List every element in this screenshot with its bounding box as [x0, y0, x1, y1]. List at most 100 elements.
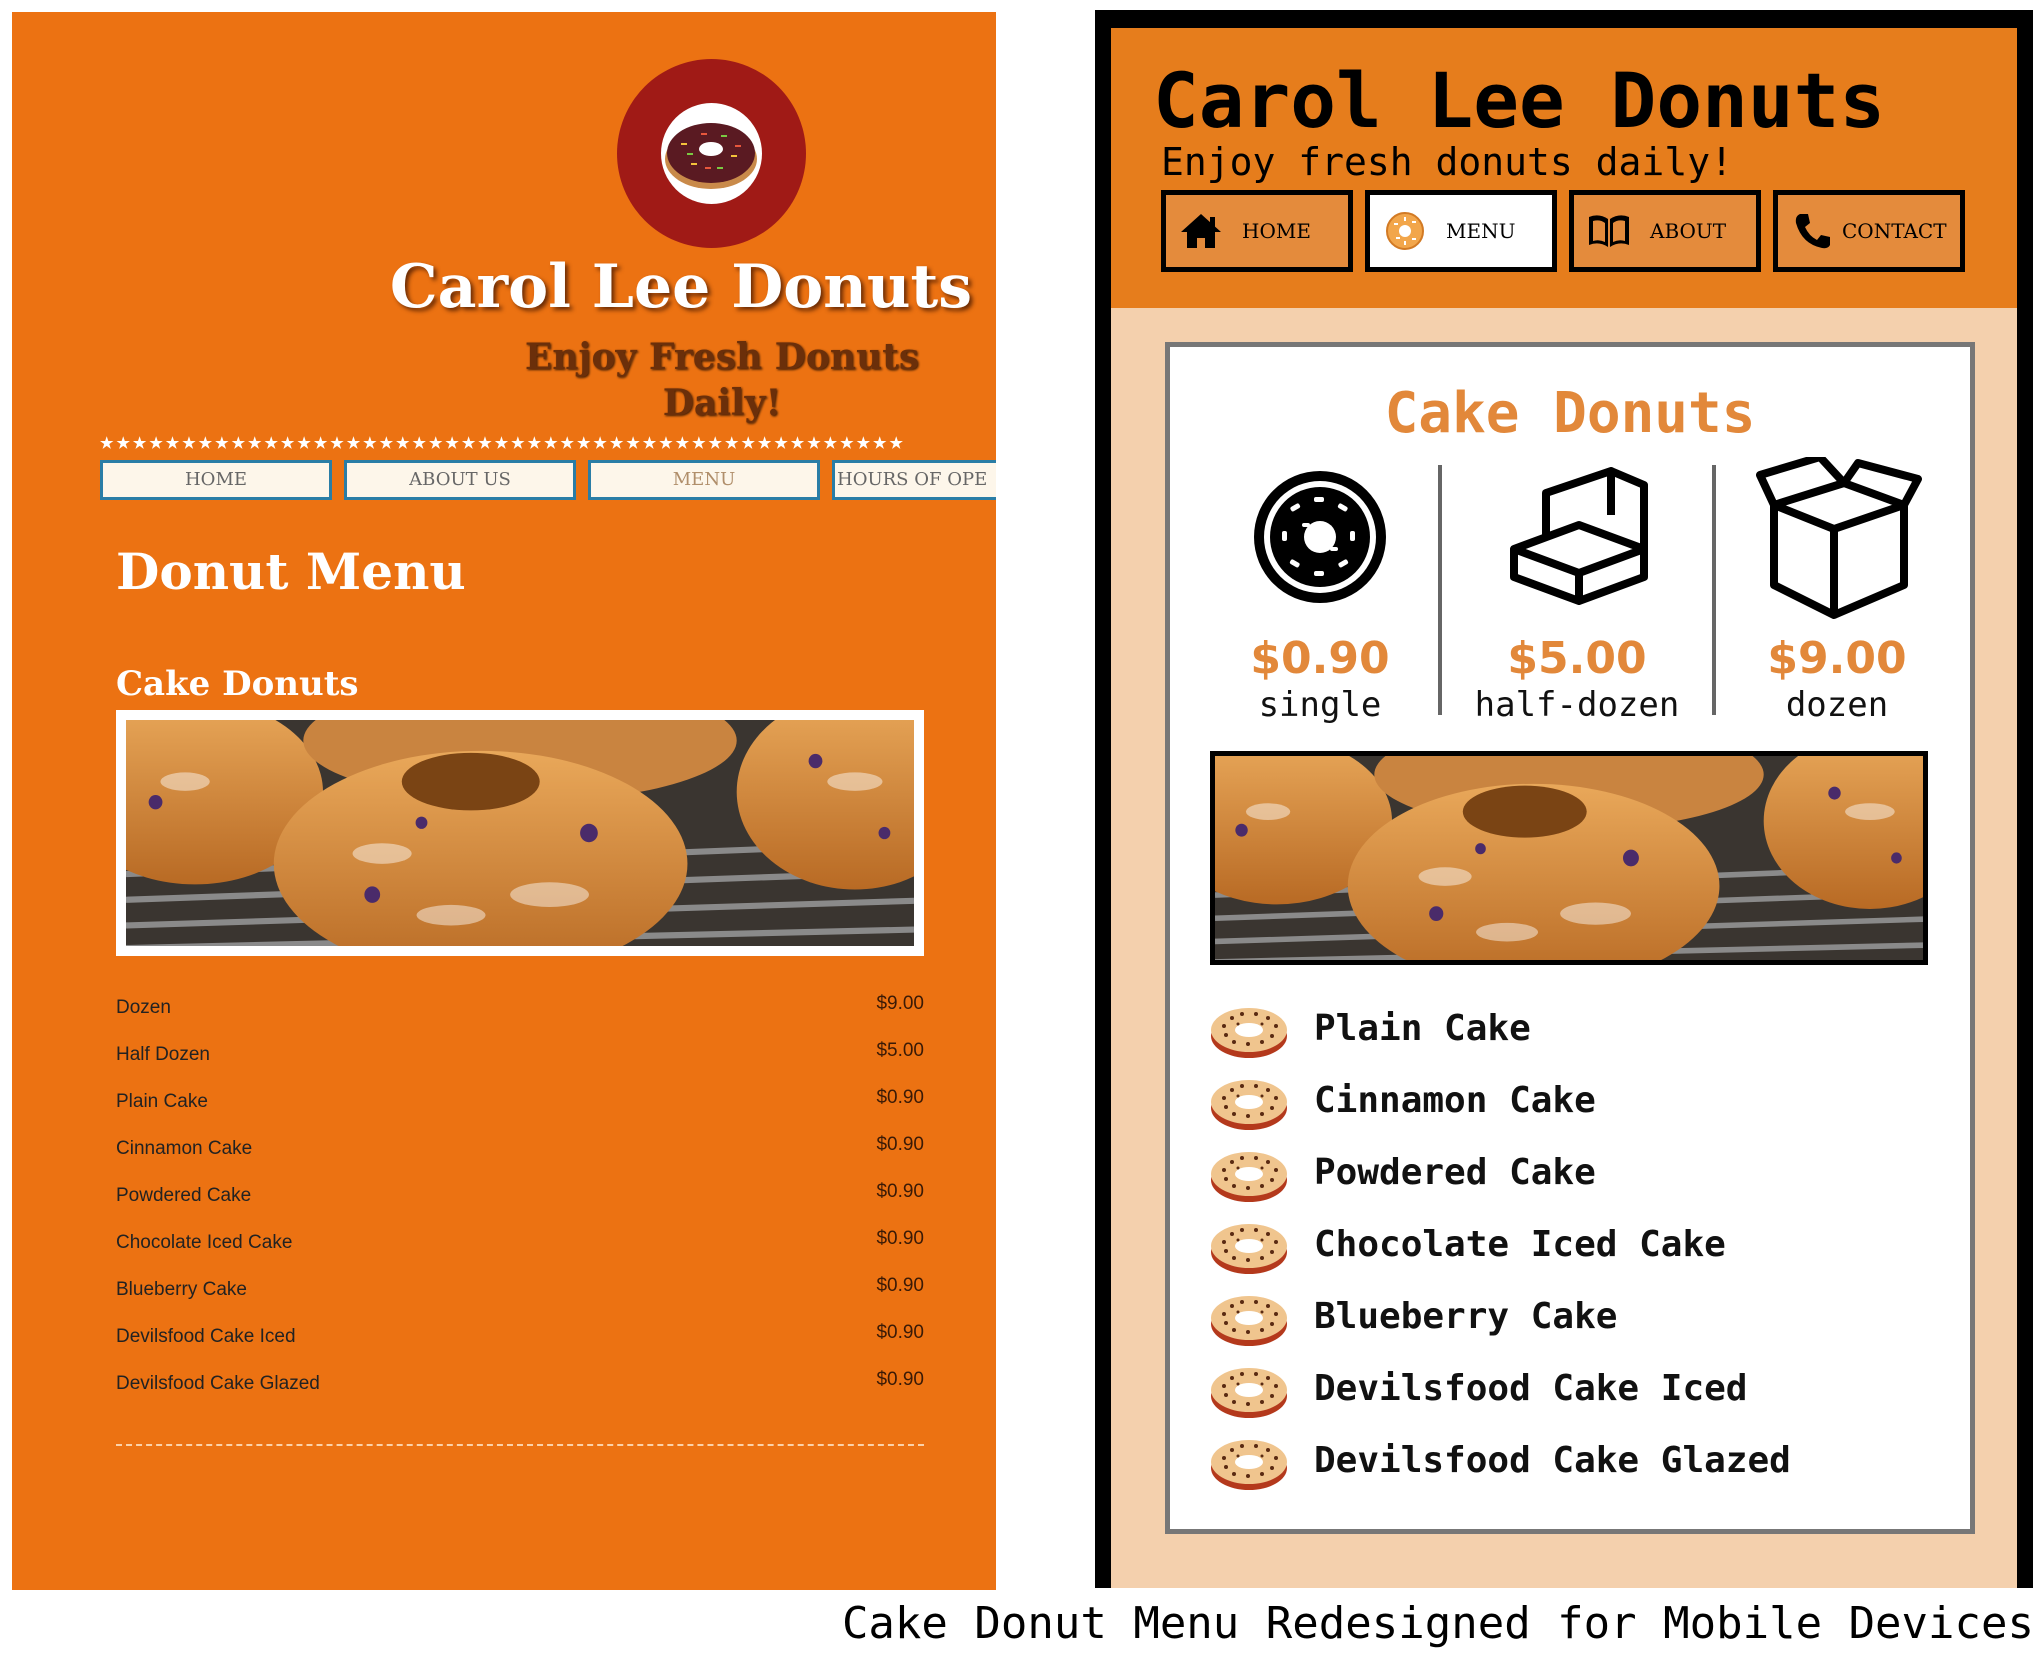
- sprinkle-donut-icon: [665, 123, 757, 189]
- site-tagline: Enjoy fresh donuts daily!: [1161, 140, 1733, 184]
- item-price: $0.90: [876, 1228, 924, 1249]
- price-value: $5.00: [1507, 633, 1647, 684]
- column-divider: [1712, 465, 1716, 715]
- donut-bullet-icon: [1208, 1290, 1290, 1348]
- nav-about[interactable]: ABOUT: [1569, 190, 1761, 272]
- price-unit: half-dozen: [1474, 685, 1680, 725]
- price-unit: dozen: [1785, 685, 1889, 725]
- book-icon: [1589, 215, 1629, 247]
- list-item: Chocolate Iced Cake $0.90: [116, 1222, 924, 1269]
- item-name: Devilsfood Cake Glazed: [116, 1373, 320, 1394]
- item-price: $9.00: [876, 993, 924, 1014]
- list-item: Devilsfood Cake Glazed $0.90: [116, 1363, 924, 1410]
- site-title: Carol Lee Donuts: [1153, 56, 1886, 145]
- donut-list: Plain Cake Cinnamon Cake Powdered Cake C…: [1208, 1002, 1948, 1506]
- left-nav-bar: HOME ABOUT US MENU HOURS OF OPE: [100, 460, 996, 506]
- list-item: Blueberry Cake: [1208, 1290, 1948, 1362]
- item-price: $0.90: [876, 1369, 924, 1390]
- item-price: $0.90: [876, 1134, 924, 1155]
- donut-photo-image: [126, 720, 914, 946]
- item-name: Dozen: [116, 997, 171, 1018]
- item-name: Chocolate Iced Cake: [116, 1232, 293, 1253]
- cake-donut-photo: [116, 710, 924, 956]
- nav-label: ABOUT: [1650, 219, 1727, 243]
- donut-icon: [1386, 212, 1424, 250]
- site-tagline: Enjoy Fresh Donuts Daily!: [524, 336, 920, 424]
- list-item: Chocolate Iced Cake: [1208, 1218, 1948, 1290]
- item-price: $0.90: [876, 1322, 924, 1343]
- list-item: Powdered Cake: [1208, 1146, 1948, 1218]
- price-single: $0.90 single: [1210, 467, 1430, 725]
- nav-label: CONTACT: [1842, 219, 1947, 243]
- donut-bullet-icon: [1208, 1146, 1290, 1204]
- nav-menu[interactable]: MENU: [1365, 190, 1557, 272]
- nav-home[interactable]: HOME: [100, 460, 332, 500]
- list-item: Powdered Cake $0.90: [116, 1175, 924, 1222]
- nav-contact[interactable]: CONTACT: [1773, 190, 1965, 272]
- section-heading: Cake Donuts: [116, 664, 359, 704]
- donut-bullet-icon: [1208, 1074, 1290, 1132]
- list-item: Plain Cake: [1208, 1002, 1948, 1074]
- nav-hours[interactable]: HOURS OF OPE: [832, 460, 996, 500]
- section-heading: Cake Donuts: [1384, 381, 1756, 446]
- phone-icon: [1795, 214, 1830, 249]
- item-name: Powdered Cake: [1314, 1152, 1596, 1193]
- menu-card: Cake Donuts $0.90 single $5.00 half-doze…: [1165, 342, 1975, 1534]
- nav-home[interactable]: HOME: [1161, 190, 1353, 272]
- home-icon: [1181, 214, 1221, 248]
- open-box-icon: [1510, 467, 1648, 605]
- price-value: $9.00: [1767, 633, 1907, 684]
- list-item: Devilsfood Cake Iced: [1208, 1362, 1948, 1434]
- price-half-dozen: $5.00 half-dozen: [1448, 467, 1706, 725]
- item-name: Half Dozen: [116, 1044, 210, 1065]
- open-carton-icon: [1756, 457, 1922, 619]
- item-price: $0.90: [876, 1275, 924, 1296]
- list-item: Dozen $9.00: [116, 987, 924, 1034]
- list-item: Cinnamon Cake $0.90: [116, 1128, 924, 1175]
- price-unit: single: [1258, 685, 1382, 725]
- list-item: Cinnamon Cake: [1208, 1074, 1948, 1146]
- page-heading: Donut Menu: [116, 542, 466, 601]
- price-dozen: $9.00 dozen: [1722, 457, 1952, 725]
- item-name: Plain Cake: [1314, 1008, 1531, 1049]
- nav-label: MENU: [1446, 219, 1516, 243]
- item-name: Cinnamon Cake: [1314, 1080, 1596, 1121]
- donut-icon: [1254, 471, 1386, 603]
- mobile-header: Carol Lee Donuts Enjoy fresh donuts dail…: [1111, 28, 2017, 308]
- dashed-divider: [116, 1444, 924, 1446]
- item-name: Blueberry Cake: [116, 1279, 247, 1300]
- mobile-body: Cake Donuts $0.90 single $5.00 half-doze…: [1111, 308, 2017, 1588]
- cake-donut-photo: [1210, 751, 1928, 965]
- item-name: Blueberry Cake: [1314, 1296, 1618, 1337]
- list-item: Devilsfood Cake Iced $0.90: [116, 1316, 924, 1363]
- figure-caption: Cake Donut Menu Redesigned for Mobile De…: [841, 1598, 2034, 1649]
- donut-photo-image: [1215, 756, 1923, 960]
- logo-inner-circle: [661, 103, 762, 204]
- original-desktop-page: Carol Lee Donuts Enjoy Fresh Donuts Dail…: [12, 12, 996, 1590]
- item-name: Plain Cake: [116, 1091, 208, 1112]
- donut-bullet-icon: [1208, 1362, 1290, 1420]
- item-name: Devilsfood Cake Iced: [116, 1326, 296, 1347]
- price-list: Dozen $9.00 Half Dozen $5.00 Plain Cake $0.…: [116, 987, 924, 1410]
- list-item: Devilsfood Cake Glazed: [1208, 1434, 1948, 1506]
- item-name: Devilsfood Cake Iced: [1314, 1368, 1748, 1409]
- donut-logo[interactable]: [617, 59, 806, 248]
- star-divider: ★★★★★★★★★★★★★★★★★★★★★★★★★★★★★★★★★★★★★★★★…: [100, 435, 906, 452]
- item-name: Powdered Cake: [116, 1185, 252, 1206]
- nav-about-us[interactable]: ABOUT US: [344, 460, 576, 500]
- list-item: Half Dozen $5.00: [116, 1034, 924, 1081]
- item-price: $5.00: [876, 1040, 924, 1061]
- item-name: Cinnamon Cake: [116, 1138, 253, 1159]
- donut-bullet-icon: [1208, 1002, 1290, 1060]
- mobile-redesign-page: Carol Lee Donuts Enjoy fresh donuts dail…: [1095, 10, 2033, 1588]
- list-item: Blueberry Cake $0.90: [116, 1269, 924, 1316]
- nav-menu[interactable]: MENU: [588, 460, 820, 500]
- price-value: $0.90: [1250, 633, 1390, 684]
- donut-bullet-icon: [1208, 1218, 1290, 1276]
- item-price: $0.90: [876, 1087, 924, 1108]
- column-divider: [1438, 465, 1442, 715]
- item-name: Chocolate Iced Cake: [1314, 1224, 1726, 1265]
- list-item: Plain Cake $0.90: [116, 1081, 924, 1128]
- item-name: Devilsfood Cake Glazed: [1314, 1440, 1791, 1481]
- nav-label: HOME: [1242, 219, 1311, 243]
